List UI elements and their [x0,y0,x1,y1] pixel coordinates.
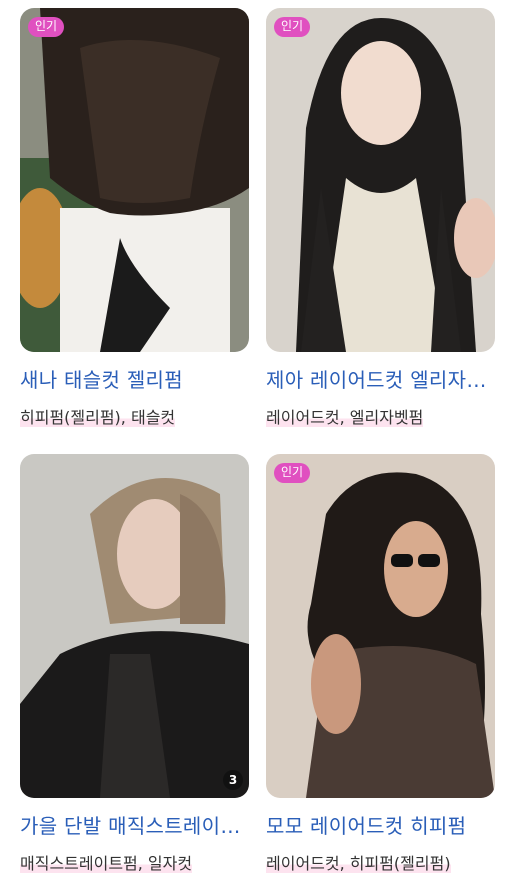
popular-badge: 인기 [274,463,311,483]
hairstyle-photo[interactable]: 3 [20,454,249,798]
hairstyle-title[interactable]: 가을 단발 매직스트레이트펌 [20,810,249,839]
popular-badge: 인기 [274,17,311,37]
tags-text: 레이어드컷, 히피펌(젤리펌) [266,854,451,873]
hairstyle-tags: 레이어드컷, 엘리자벳펌 [266,404,495,428]
hairstyle-photo[interactable]: 인기 [266,8,495,352]
hairstyle-title[interactable]: 새나 태슬컷 젤리펌 [20,364,249,393]
hairstyle-photo[interactable]: 인기 [266,454,495,798]
hairstyle-title[interactable]: 모모 레이어드컷 히피펌 [266,810,495,839]
hairstyle-card[interactable]: 인기 새나 태슬컷 젤리펌 히피펌(젤리펌), 태슬컷 [20,8,249,428]
tags-text: 레이어드컷, 엘리자벳펌 [266,408,424,427]
hairstyle-card[interactable]: 인기 제아 레이어드컷 엘리자벳펌 레이어드컷, 엘리자벳펌 [266,8,495,428]
popular-badge: 인기 [28,17,65,37]
hairstyle-tags: 히피펌(젤리펌), 태슬컷 [20,404,249,428]
tags-text: 매직스트레이트펌, 일자컷 [20,854,193,873]
tags-text: 히피펌(젤리펌), 태슬컷 [20,408,176,427]
hairstyle-photo[interactable]: 인기 [20,8,249,352]
image-count-badge: 3 [223,770,243,790]
hairstyle-tags: 매직스트레이트펌, 일자컷 [20,850,249,874]
hairstyle-card[interactable]: 인기 모모 레이어드컷 히피펌 레이어드컷, 히피펌(젤리펌) [266,454,495,874]
hairstyle-tags: 레이어드컷, 히피펌(젤리펌) [266,850,495,874]
hairstyle-card[interactable]: 3 가을 단발 매직스트레이트펌 매직스트레이트펌, 일자컷 [20,454,249,874]
hairstyle-title[interactable]: 제아 레이어드컷 엘리자벳펌 [266,364,495,393]
